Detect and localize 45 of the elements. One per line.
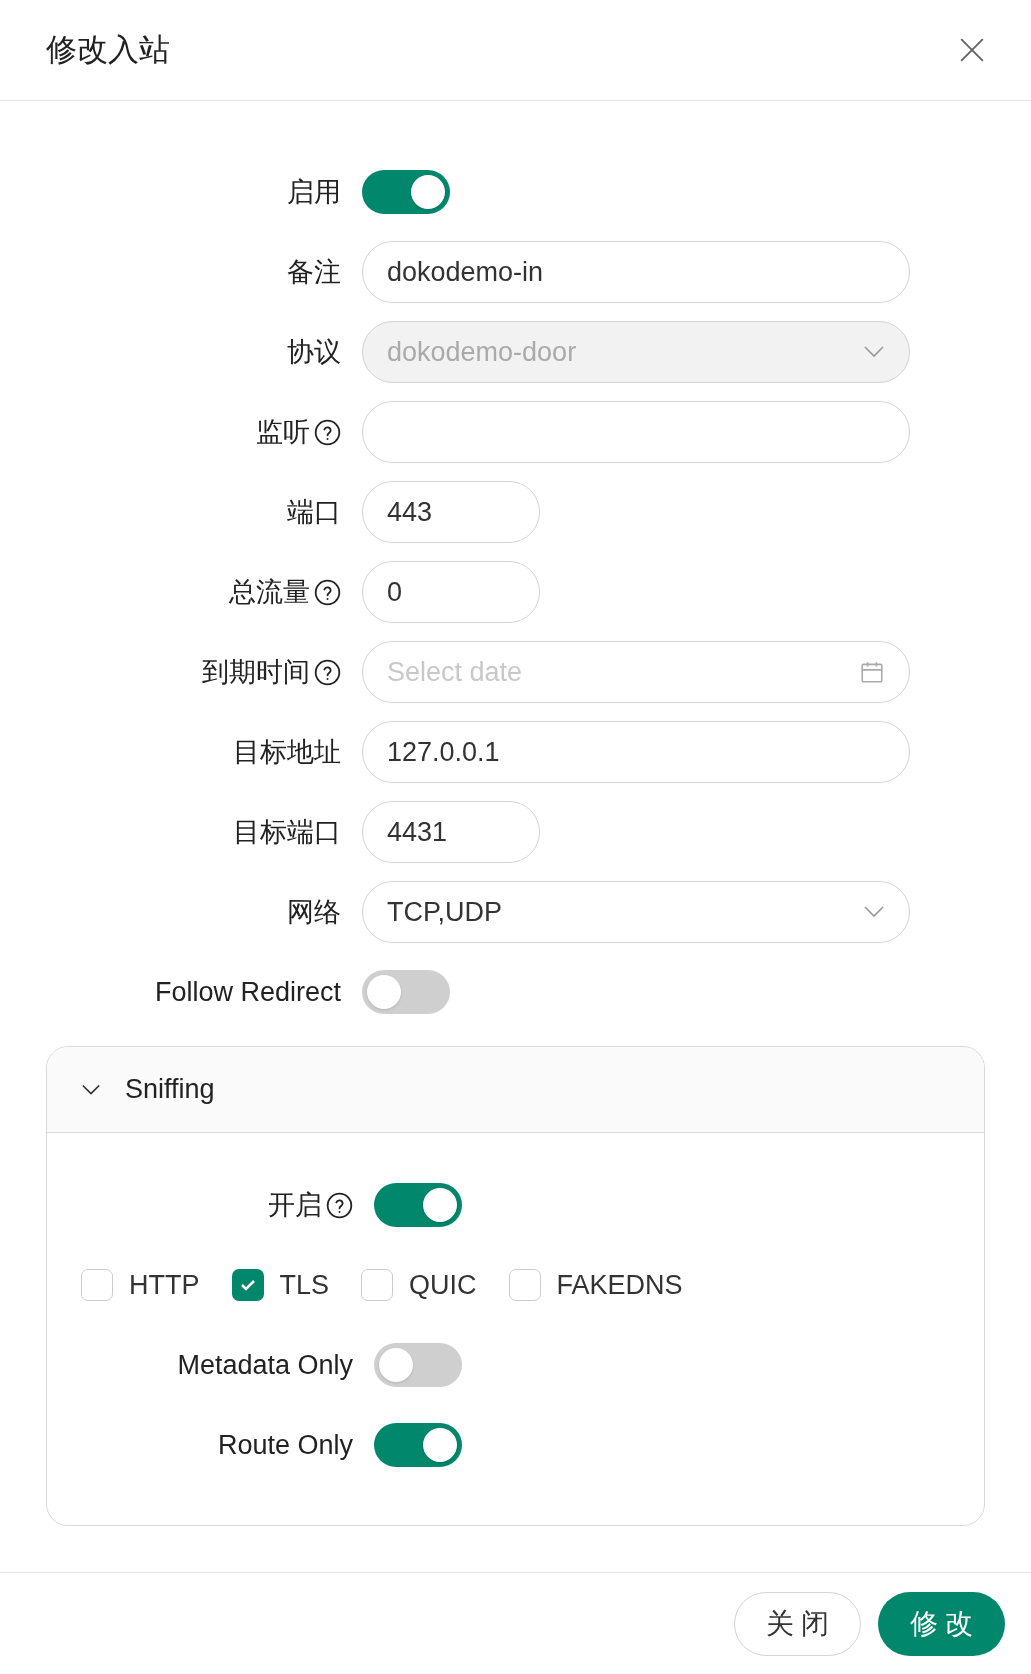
text-field[interactable]: 0 [362,561,540,623]
text-field[interactable]: 4431 [362,801,540,863]
text-field[interactable]: dokodemo-in [362,241,910,303]
panel-title: Sniffing [125,1073,215,1107]
field-label: 监听 [256,415,310,449]
field-label: 目标地址 [233,735,341,769]
field-label: Metadata Only [177,1348,353,1382]
field-label: Follow Redirect [154,975,341,1009]
field-label: 开启 [268,1188,322,1222]
field-label: 端口 [287,495,341,529]
dialog-button[interactable]: 修 改 [878,1591,1005,1656]
select-field[interactable]: TCP,UDP [362,881,910,943]
text-field[interactable]: 443 [362,481,540,543]
field-label: 网络 [287,895,341,929]
checkbox[interactable] [361,1269,394,1301]
checkbox-label: FAKEDNS [556,1268,683,1302]
checkbox-label: TLS [279,1268,330,1302]
checkbox-label: HTTP [129,1268,200,1302]
field-label: 协议 [287,335,341,369]
select-value: TCP,UDP [387,895,503,929]
toggle-switch[interactable] [362,170,450,214]
dialog-button[interactable]: 关 闭 [734,1591,861,1656]
panel-header[interactable]: Sniffing [47,1047,984,1133]
checkbox[interactable] [231,1269,264,1301]
field-label: Route Only [217,1428,353,1462]
select-value: dokodemo-door [387,335,577,369]
field-label: 启用 [287,175,341,209]
checkbox[interactable] [508,1269,541,1301]
toggle-switch[interactable] [374,1343,462,1387]
chevron-down-icon [863,345,885,359]
checkbox-label: QUIC [409,1268,477,1302]
calendar-icon [859,659,885,685]
close-icon[interactable] [959,37,985,63]
checkbox[interactable] [81,1269,113,1301]
chevron-down-icon [863,905,885,919]
field-label: 总流量 [229,575,310,609]
dialog-title: 修改入站 [46,30,170,69]
chevron-icon [81,1082,101,1097]
field-label: 到期时间 [202,655,310,689]
toggle-switch[interactable] [374,1423,462,1467]
field-label: 目标端口 [233,815,341,849]
toggle-switch[interactable] [362,970,450,1014]
field-label: 备注 [287,255,341,289]
text-field[interactable]: 127.0.0.1 [362,721,910,783]
toggle-switch[interactable] [374,1183,462,1227]
